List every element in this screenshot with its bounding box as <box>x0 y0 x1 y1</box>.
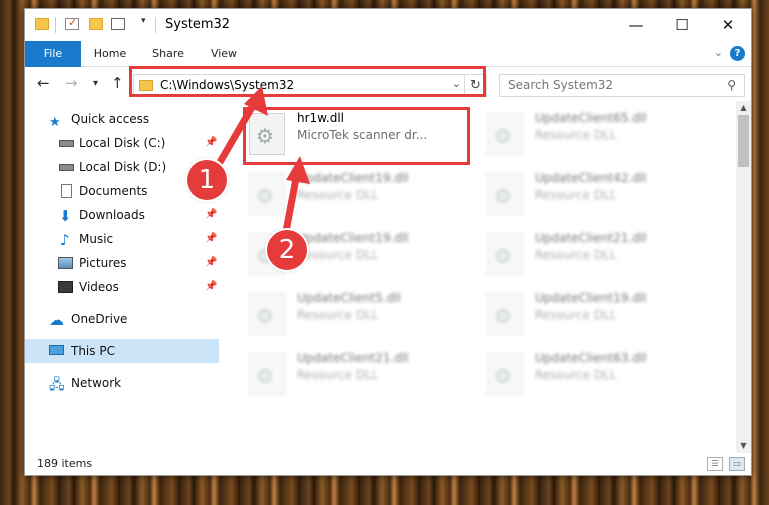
annotation-arrows <box>208 86 310 243</box>
step-2-marker: 2 <box>267 230 307 270</box>
arrow-2-head <box>286 156 310 184</box>
step-1-marker: 1 <box>187 160 227 200</box>
